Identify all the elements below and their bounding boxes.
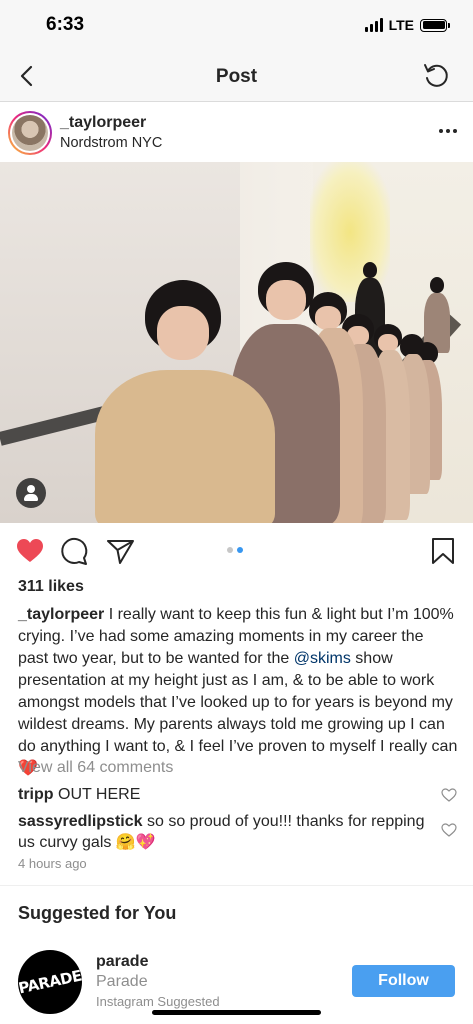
suggested-title: Suggested for You bbox=[18, 903, 177, 923]
page-title: Post bbox=[215, 66, 258, 87]
refresh-icon[interactable] bbox=[421, 60, 451, 90]
comment-like-icon[interactable] bbox=[441, 822, 457, 838]
bookmark-icon[interactable] bbox=[428, 536, 458, 566]
post-username[interactable]: _taylorpeer bbox=[60, 114, 146, 132]
post-header: _taylorpeer Nordstrom NYC bbox=[0, 103, 473, 161]
view-all-comments-link[interactable]: View all 64 comments bbox=[18, 759, 173, 777]
home-indicator[interactable] bbox=[152, 1010, 321, 1015]
comment-username[interactable]: sassyredlipstick bbox=[18, 813, 143, 830]
suggested-source: Instagram Suggested bbox=[96, 994, 220, 1009]
heart-icon[interactable] bbox=[15, 536, 45, 566]
suggested-name: Parade bbox=[96, 973, 148, 990]
share-icon[interactable] bbox=[105, 536, 135, 566]
post-image[interactable] bbox=[0, 162, 473, 523]
post-timestamp: 4 hours ago bbox=[18, 856, 87, 871]
likes-count[interactable]: 311 likes bbox=[18, 578, 84, 596]
carousel-indicator bbox=[227, 547, 243, 553]
avatar-image bbox=[12, 115, 48, 151]
user-tag-icon[interactable] bbox=[16, 478, 46, 508]
carousel-dot bbox=[227, 547, 233, 553]
suggested-avatar-logo: PARADE bbox=[16, 966, 84, 998]
comment: tripp OUT HERE bbox=[18, 784, 428, 805]
comment: sassyredlipstick so so proud of you!!! t… bbox=[18, 811, 428, 853]
suggested-username[interactable]: parade bbox=[96, 953, 148, 971]
caption-mention[interactable]: @skims bbox=[294, 650, 351, 667]
signal-icon bbox=[364, 18, 383, 32]
more-options-icon[interactable] bbox=[439, 129, 457, 133]
post-location[interactable]: Nordstrom NYC bbox=[60, 135, 162, 151]
post-caption: _taylorpeer I really want to keep this f… bbox=[18, 604, 458, 780]
battery-icon bbox=[420, 18, 450, 32]
status-time: 6:33 bbox=[46, 14, 85, 35]
comment-username[interactable]: tripp bbox=[18, 786, 54, 803]
status-bar: 6:33 LTE bbox=[0, 0, 473, 50]
navigation-bar: Post bbox=[0, 50, 473, 102]
post-actions bbox=[0, 524, 473, 576]
divider bbox=[0, 885, 473, 886]
network-label: LTE bbox=[388, 17, 414, 33]
follow-button[interactable]: Follow bbox=[352, 965, 455, 997]
comment-like-icon[interactable] bbox=[441, 787, 457, 803]
comment-icon[interactable] bbox=[60, 536, 90, 566]
suggested-avatar[interactable]: PARADE bbox=[16, 950, 84, 1014]
carousel-dot-active bbox=[237, 547, 243, 553]
comment-text: OUT HERE bbox=[53, 786, 141, 803]
caption-username[interactable]: _taylorpeer bbox=[18, 606, 104, 623]
avatar[interactable] bbox=[8, 111, 52, 155]
status-icons: LTE bbox=[364, 17, 450, 33]
